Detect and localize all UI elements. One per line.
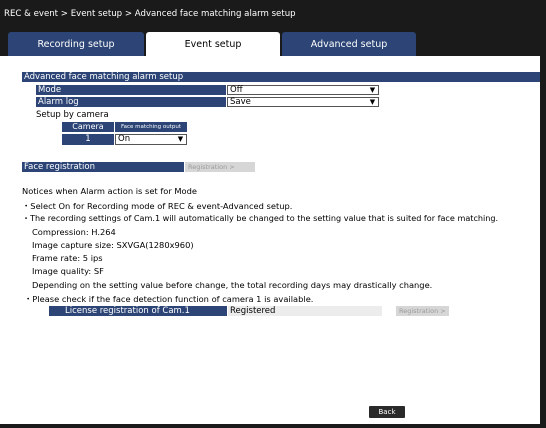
setup-by-camera-label: Setup by camera	[36, 110, 109, 120]
tab-event-setup[interactable]: Event setup	[146, 32, 280, 56]
license-registration-button[interactable]: Registration >	[396, 306, 449, 316]
camera-column-header: Camera	[62, 122, 114, 132]
right-frame	[540, 56, 546, 428]
face-matching-output-value: On	[118, 134, 131, 144]
notice-line: Frame rate: 5 ips	[32, 253, 103, 263]
notice-heading: Notices when Alarm action is set for Mod…	[22, 186, 197, 196]
alarm-log-value: Save	[230, 97, 251, 107]
face-matching-output-select[interactable]: On ▼	[115, 134, 187, 145]
chevron-down-icon: ▼	[177, 135, 184, 143]
back-button[interactable]: Back	[369, 406, 405, 418]
camera-number: 1	[62, 134, 114, 145]
bottom-frame	[0, 424, 546, 428]
tab-recording-setup[interactable]: Recording setup	[8, 32, 144, 56]
mode-select[interactable]: Off ▼	[227, 85, 379, 95]
chevron-down-icon: ▼	[369, 98, 376, 106]
chevron-down-icon: ▼	[369, 86, 376, 94]
alarm-log-select[interactable]: Save ▼	[227, 97, 379, 107]
notice-line: ・Please check if the face detection func…	[24, 294, 314, 304]
mode-value: Off	[230, 85, 243, 95]
face-matching-output-header: Face matching output	[115, 122, 187, 132]
notice-line: Image quality: SF	[32, 266, 104, 276]
section-title: Advanced face matching alarm setup	[22, 72, 540, 82]
breadcrumb: REC & event > Event setup > Advanced fac…	[0, 0, 546, 30]
license-label: License registration of Cam.1	[49, 306, 227, 316]
notice-line: Compression: H.264	[32, 227, 116, 237]
tab-advanced-setup[interactable]: Advanced setup	[282, 32, 416, 56]
mode-label: Mode	[36, 85, 226, 95]
face-registration-button[interactable]: Registration >	[185, 162, 255, 172]
tab-strip: Recording setup Event setup Advanced set…	[0, 30, 546, 56]
notice-line: Image capture size: SXVGA(1280x960)	[32, 240, 194, 250]
license-value: Registered	[228, 306, 382, 316]
notice-line: ・The recording settings of Cam.1 will au…	[22, 213, 499, 223]
alarm-log-label: Alarm log	[36, 97, 226, 107]
notice-line: ・Select On for Recording mode of REC & e…	[22, 201, 293, 211]
notice-line: Depending on the setting value before ch…	[32, 280, 433, 290]
face-registration-label: Face registration	[22, 162, 184, 172]
